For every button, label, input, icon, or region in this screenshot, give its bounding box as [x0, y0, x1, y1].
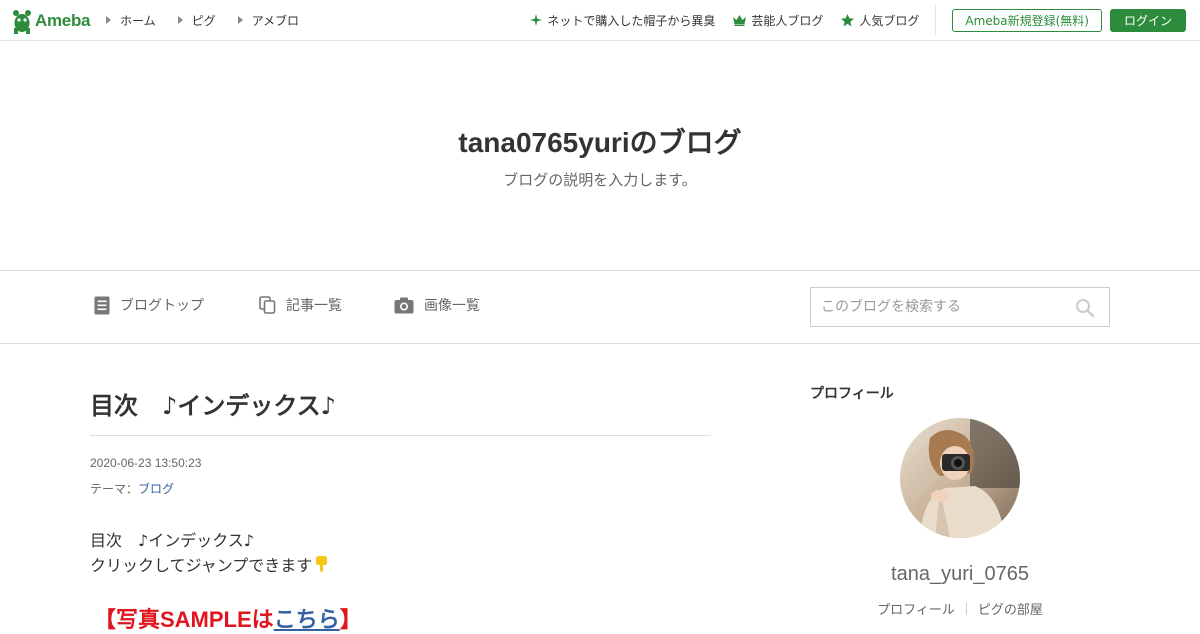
blog-nav: ブログトップ 記事一覧 画像一覧	[0, 270, 1200, 344]
ameba-logo[interactable]: Ameba	[12, 8, 90, 34]
header-right: ネットで購入した帽子から異臭 芸能人ブログ 人気ブログ Ameba新規登録(無料…	[530, 0, 1200, 40]
sample-prefix: 【写真SAMPLEは	[94, 607, 274, 632]
profile-avatar[interactable]	[900, 418, 1020, 538]
sample-callout: 【写真SAMPLEはこちら】	[94, 602, 362, 634]
global-nav-label: ホーム	[120, 13, 156, 28]
document-icon	[94, 296, 110, 314]
register-button[interactable]: Ameba新規登録(無料)	[952, 8, 1102, 32]
promo-label: 芸能人ブログ	[751, 13, 824, 28]
article-body-line: 目次 ♪インデックス♪	[90, 531, 254, 550]
article-date: 2020-06-23 13:50:23	[90, 456, 202, 470]
profile-name[interactable]: tana_yuri_0765	[810, 563, 1110, 586]
sparkle-icon	[530, 14, 543, 26]
article-theme-link[interactable]: ブログ	[138, 482, 174, 496]
promo-link-popular-blogs[interactable]: 人気ブログ	[841, 12, 919, 29]
global-nav-pigg[interactable]: ピグ	[177, 12, 216, 29]
login-button[interactable]: ログイン	[1109, 8, 1186, 32]
ameba-logo-text: Ameba	[35, 11, 91, 30]
sample-link[interactable]: こちら	[274, 607, 340, 632]
profile-link[interactable]: プロフィール	[877, 599, 955, 618]
global-nav-label: アメブロ	[251, 13, 300, 28]
global-nav-home[interactable]: ホーム	[106, 12, 156, 29]
blog-header: tana0765yuriのブログ ブログの説明を入力します。	[0, 41, 1200, 270]
blog-search	[810, 287, 1110, 327]
crown-icon	[733, 14, 747, 26]
star-icon	[841, 13, 855, 26]
global-nav-label: ピグ	[191, 13, 216, 28]
article-body-line: クリックしてジャンプできます	[90, 552, 329, 576]
blog-search-input[interactable]	[811, 288, 1067, 326]
profile-links: プロフィール ピグの部屋	[810, 599, 1110, 618]
article-title[interactable]: 目次 ♪インデックス♪	[90, 386, 711, 421]
promo-link-celebrity-blogs[interactable]: 芸能人ブログ	[733, 12, 823, 29]
global-nav-ameblo[interactable]: アメブロ	[237, 12, 300, 29]
blog-nav-label: ブログトップ	[120, 298, 204, 314]
caret-right-icon	[177, 16, 183, 24]
copy-icon	[259, 296, 276, 314]
caret-right-icon	[237, 16, 243, 24]
blog-nav-entry-list[interactable]: 記事一覧	[259, 295, 342, 315]
search-icon[interactable]	[1075, 298, 1095, 318]
blog-description: ブログの説明を入力します。	[503, 171, 697, 189]
blog-nav-image-list[interactable]: 画像一覧	[394, 295, 480, 315]
caret-right-icon	[106, 16, 111, 24]
global-header: Ameba ホーム ピグ アメブロ ネットで購入した帽子から異臭 芸能人ブログ …	[0, 0, 1200, 41]
blog-nav-top[interactable]: ブログトップ	[94, 295, 204, 315]
article-theme: テーマ：ブログ	[90, 480, 174, 497]
pigg-room-link[interactable]: ピグの部屋	[978, 599, 1043, 618]
promo-label: 人気ブログ	[859, 13, 920, 28]
link-divider	[965, 602, 967, 615]
sample-suffix: 】	[339, 607, 362, 632]
promo-label: ネットで購入した帽子から異臭	[547, 13, 716, 28]
blog-title[interactable]: tana0765yuriのブログ	[0, 121, 1200, 161]
blog-nav-label: 画像一覧	[424, 298, 480, 314]
article-theme-prefix: テーマ：	[90, 482, 139, 496]
header-divider	[935, 5, 937, 35]
global-nav: ホーム ピグ アメブロ	[106, 0, 321, 40]
ameba-mascot-icon	[13, 9, 31, 34]
avatar-photo	[900, 418, 1020, 538]
pointing-down-hand-icon	[316, 556, 328, 572]
article-divider	[90, 435, 711, 436]
profile-heading: プロフィール	[810, 386, 894, 402]
article-body-text: クリックしてジャンプできます	[90, 556, 313, 575]
promo-link-news[interactable]: ネットで購入した帽子から異臭	[530, 12, 715, 29]
camera-icon	[394, 297, 414, 313]
blog-nav-label: 記事一覧	[286, 298, 342, 314]
